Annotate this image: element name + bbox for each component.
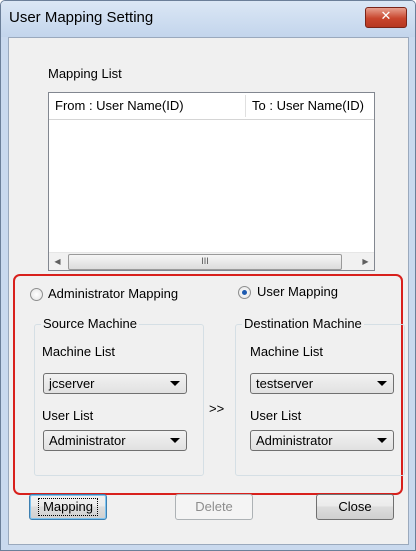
radio-selected-dot xyxy=(242,290,247,295)
list-header: From : User Name(ID) To : User Name(ID) xyxy=(49,93,374,120)
radio-label-user-mapping[interactable]: User Mapping xyxy=(257,284,338,299)
destination-machine-value: testserver xyxy=(256,376,314,391)
chevron-down-icon xyxy=(377,381,387,386)
dialog-window: User Mapping Setting ✕ Mapping List From… xyxy=(0,0,416,551)
chevron-down-icon xyxy=(170,381,180,386)
destination-machine-title: Destination Machine xyxy=(242,316,364,331)
dialog-body: Mapping List From : User Name(ID) To : U… xyxy=(8,37,409,545)
source-machine-value: jcserver xyxy=(49,376,95,391)
mapping-list[interactable]: From : User Name(ID) To : User Name(ID) … xyxy=(48,92,375,271)
destination-machine-group: Destination Machine Machine List testser… xyxy=(235,316,405,476)
close-button[interactable]: Close xyxy=(316,494,394,520)
close-icon[interactable]: ✕ xyxy=(365,7,407,28)
mapping-button[interactable]: Mapping xyxy=(29,494,107,520)
scroll-left-icon[interactable]: ◀ xyxy=(49,253,66,270)
column-header-from[interactable]: From : User Name(ID) xyxy=(49,93,245,119)
chevron-down-icon xyxy=(377,438,387,443)
source-machine-title: Source Machine xyxy=(41,316,139,331)
source-user-select[interactable]: Administrator xyxy=(43,430,187,451)
source-machine-group: Source Machine Machine List jcserver Use… xyxy=(34,316,204,476)
mapping-button-label: Mapping xyxy=(38,498,98,516)
column-header-to[interactable]: To : User Name(ID) xyxy=(246,93,374,119)
destination-machine-list-label: Machine List xyxy=(250,344,323,359)
radio-user-mapping[interactable] xyxy=(238,286,251,299)
title-bar[interactable]: User Mapping Setting ✕ xyxy=(1,1,415,37)
source-user-list-label: User List xyxy=(42,408,94,423)
destination-machine-select[interactable]: testserver xyxy=(250,373,394,394)
delete-button: Delete xyxy=(175,494,253,520)
radio-label-administrator-mapping[interactable]: Administrator Mapping xyxy=(48,286,178,301)
radio-administrator-mapping[interactable] xyxy=(30,288,43,301)
scrollbar-thumb[interactable]: III xyxy=(68,254,342,270)
source-machine-select[interactable]: jcserver xyxy=(43,373,187,394)
horizontal-scrollbar[interactable]: ◀ III ▶ xyxy=(49,252,374,270)
mapping-list-label: Mapping List xyxy=(48,66,122,81)
destination-user-value: Administrator xyxy=(256,433,333,448)
scroll-right-icon[interactable]: ▶ xyxy=(357,253,374,270)
source-user-value: Administrator xyxy=(49,433,126,448)
chevron-down-icon xyxy=(170,438,180,443)
window-title: User Mapping Setting xyxy=(9,9,154,26)
source-machine-list-label: Machine List xyxy=(42,344,115,359)
destination-user-list-label: User List xyxy=(250,408,302,423)
transfer-arrow-text: >> xyxy=(209,401,225,416)
destination-user-select[interactable]: Administrator xyxy=(250,430,394,451)
